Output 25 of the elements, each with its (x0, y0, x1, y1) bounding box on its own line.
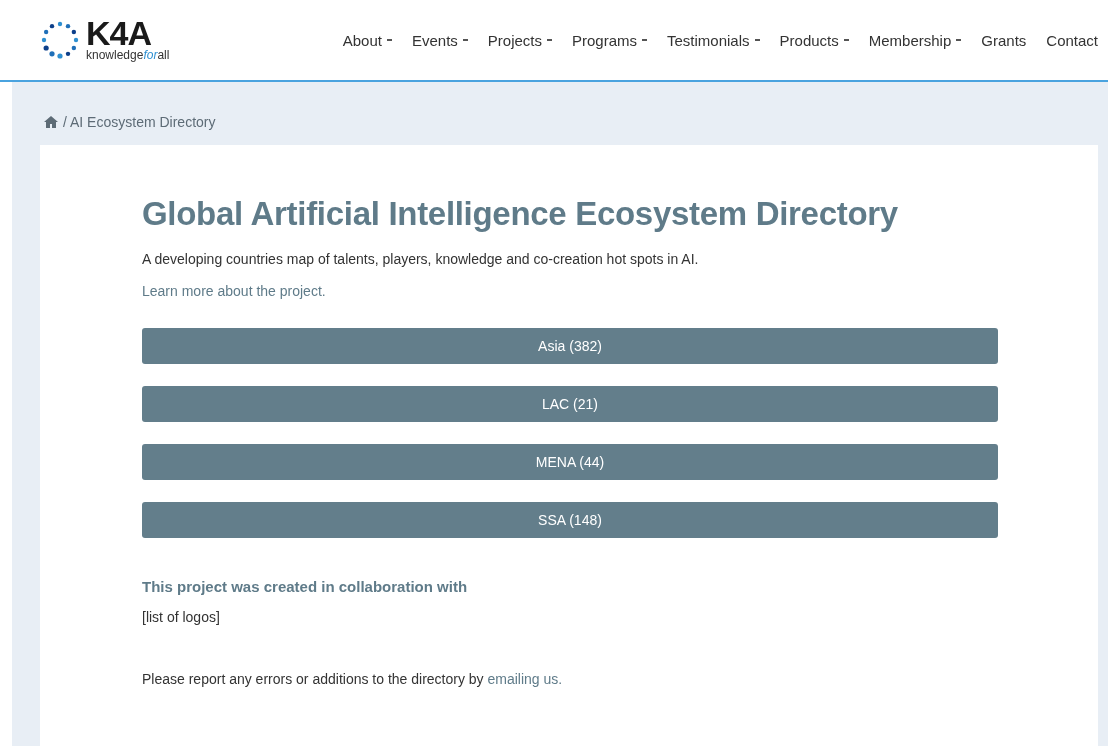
region-button[interactable]: Asia (382) (142, 328, 998, 364)
page-subtitle: A developing countries map of talents, players, knowledge and co-creation hot spots in AI. (142, 251, 700, 267)
learn-more-link[interactable]: Learn more about the project. (142, 283, 326, 299)
breadcrumb-current: / AI Ecosystem Directory (63, 114, 216, 130)
nav-link[interactable]: Events (411, 31, 468, 49)
region-button[interactable]: MENA (44) (142, 444, 998, 480)
collaboration-heading: This project was created in collaboration with (142, 578, 469, 595)
dots-circle-icon (40, 20, 80, 60)
nav-link[interactable]: Testimonials (667, 31, 760, 49)
nav-link[interactable]: Programs (572, 31, 647, 49)
home-icon[interactable] (44, 116, 58, 128)
nav-link[interactable]: Grants (981, 31, 1027, 49)
logo-wordmark[interactable]: K4A (86, 18, 170, 48)
logos-placeholder-text: [list of logos] (142, 609, 221, 625)
nav-link[interactable]: Contact (1046, 31, 1098, 49)
email-link[interactable]: emailing us. (487, 671, 563, 687)
report-sentence: Please report any errors or additions to the directory by emailing us. (142, 671, 564, 687)
nav-link[interactable]: Membership (868, 31, 962, 49)
nav-link[interactable]: Products (779, 31, 849, 49)
nav-link[interactable]: About (342, 31, 392, 49)
region-button[interactable]: LAC (21) (142, 386, 998, 422)
nav-link[interactable]: Projects (487, 31, 552, 49)
logo-tagline: knowledgeforall (86, 48, 170, 62)
region-button[interactable]: SSA (148) (142, 502, 998, 538)
page-title: Global Artificial Intelligence Ecosystem Directory (142, 195, 899, 233)
